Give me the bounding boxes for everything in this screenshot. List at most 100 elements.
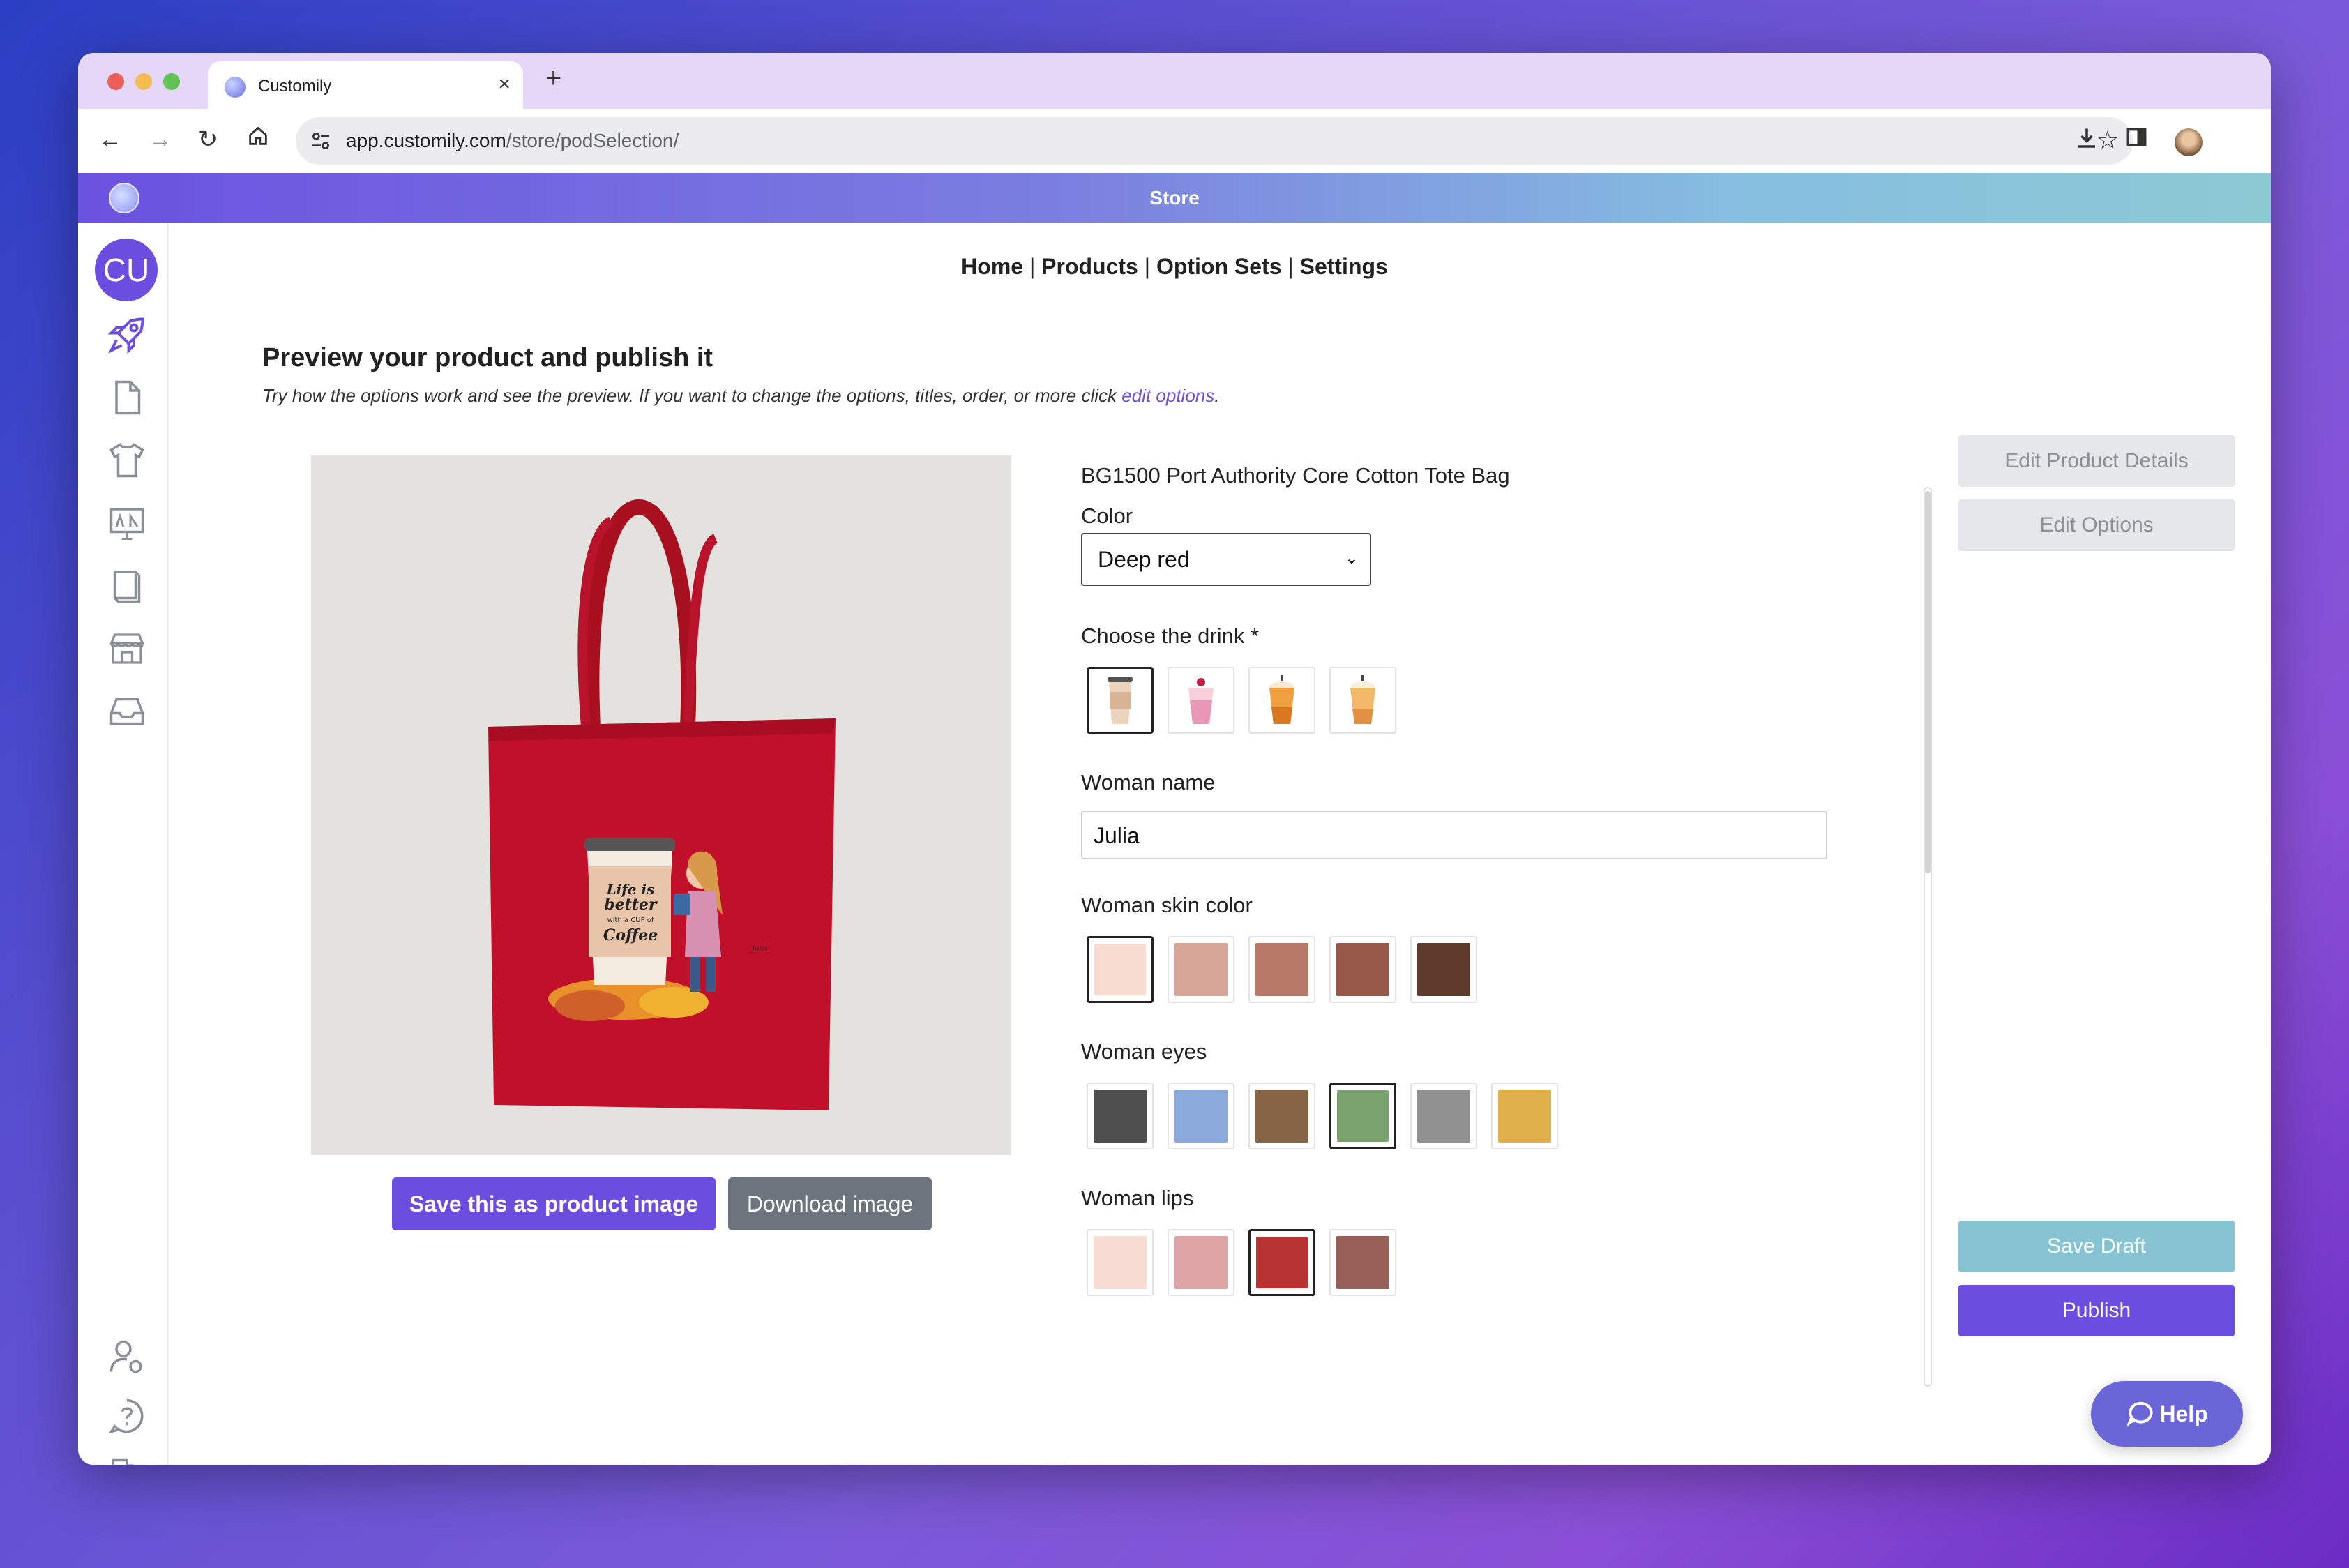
design-text-line-2: better [604, 896, 658, 914]
store-title: Store [1149, 187, 1200, 209]
design-text-line-4: Coffee [603, 926, 658, 944]
nav-home-link[interactable]: Home [961, 254, 1023, 279]
tshirt-icon[interactable] [106, 439, 148, 481]
nav-settings-link[interactable]: Settings [1300, 254, 1388, 279]
nav-separator: | [1029, 254, 1036, 279]
skin-color-swatch[interactable] [1087, 936, 1154, 1003]
tab-close-icon[interactable]: × [498, 73, 511, 96]
inbox-icon[interactable] [106, 691, 148, 732]
edit-options-button[interactable]: Edit Options [1958, 499, 2235, 551]
site-settings-icon[interactable] [310, 130, 332, 152]
woman-name-input[interactable]: Julia [1081, 811, 1827, 859]
document-icon[interactable] [106, 377, 148, 419]
drink-options [1087, 667, 1396, 734]
eye-color-swatch[interactable] [1329, 1083, 1396, 1149]
save-draft-button[interactable]: Save Draft [1958, 1221, 2235, 1272]
page-description: Try how the options work and see the pre… [262, 385, 1220, 406]
browser-window: Customily × + ← → ↻ app.customily.com/st… [78, 53, 2271, 1465]
save-as-product-image-button[interactable]: Save this as product image [392, 1177, 716, 1230]
help-button[interactable]: Help [2091, 1381, 2243, 1447]
drink-option-milkshake[interactable] [1168, 667, 1234, 734]
close-window-button[interactable] [107, 73, 124, 90]
edit-options-link[interactable]: edit options [1121, 385, 1214, 406]
back-arrow-icon[interactable]: ← [95, 124, 126, 155]
drink-option-coffee[interactable] [1087, 667, 1154, 734]
address-bar[interactable]: app.customily.com/store/podSelection/ ☆ [296, 117, 2133, 165]
skin-color-swatch[interactable] [1168, 936, 1234, 1003]
design-text-line-3: with a CUP of [607, 917, 654, 924]
eye-color-swatch[interactable] [1248, 1083, 1315, 1149]
monitor-icon[interactable] [106, 502, 148, 544]
reload-icon[interactable]: ↻ [192, 124, 223, 155]
lip-color-swatch-fill [1174, 1236, 1228, 1289]
new-tab-button[interactable]: + [545, 63, 561, 94]
product-name: BG1500 Port Authority Core Cotton Tote B… [1081, 463, 1510, 488]
logout-icon[interactable] [106, 1455, 148, 1465]
caramel-iced-drink-icon [1350, 675, 1375, 724]
lip-color-options [1087, 1229, 1396, 1296]
publish-button[interactable]: Publish [1958, 1285, 2235, 1336]
edit-product-details-button[interactable]: Edit Product Details [1958, 435, 2235, 487]
maximize-window-button[interactable] [163, 73, 180, 90]
book-icon[interactable] [106, 565, 148, 607]
download-image-button[interactable]: Download image [728, 1177, 932, 1230]
bookmark-star-icon[interactable]: ☆ [2097, 126, 2119, 155]
skin-color-swatch[interactable] [1410, 936, 1477, 1003]
skin-color-swatch-fill [1417, 943, 1470, 996]
top-navigation: Home | Products | Option Sets | Settings [78, 254, 2271, 280]
drink-label: Choose the drink * [1081, 624, 1260, 648]
nav-separator: | [1144, 254, 1151, 279]
skin-color-swatch-fill [1336, 943, 1389, 996]
coffee-cup-icon [1108, 677, 1133, 724]
nav-option-sets-link[interactable]: Option Sets [1156, 254, 1282, 279]
tab-bar: Customily × + [78, 53, 2271, 109]
rocket-icon[interactable] [106, 314, 148, 356]
tab-title: Customily [258, 77, 332, 96]
minimize-window-button[interactable] [135, 73, 152, 90]
eye-color-swatch[interactable] [1491, 1083, 1558, 1149]
nav-separator: | [1287, 254, 1294, 279]
lip-color-swatch-fill [1336, 1236, 1389, 1289]
eye-color-swatch-fill [1417, 1090, 1470, 1143]
eye-color-swatch-fill [1094, 1090, 1147, 1143]
lip-color-swatch[interactable] [1168, 1229, 1234, 1296]
lip-color-swatch[interactable] [1248, 1229, 1315, 1296]
drink-option-caramel-iced[interactable] [1329, 667, 1396, 734]
skin-color-swatch[interactable] [1248, 936, 1315, 1003]
home-icon[interactable] [243, 124, 273, 155]
url-text: app.customily.com/store/podSelection/ [346, 130, 679, 151]
browser-tab[interactable]: Customily × [208, 61, 523, 109]
nav-products-link[interactable]: Products [1041, 254, 1138, 279]
color-label: Color [1081, 504, 1133, 528]
eyes-label: Woman eyes [1081, 1039, 1207, 1064]
eye-color-swatch[interactable] [1168, 1083, 1234, 1149]
eye-color-swatch[interactable] [1410, 1083, 1477, 1149]
eye-color-swatch-fill [1498, 1090, 1551, 1143]
lip-color-swatch-fill [1256, 1237, 1308, 1288]
skin-color-swatch-fill [1094, 944, 1146, 995]
eye-color-options [1087, 1083, 1558, 1149]
name-label: Woman name [1081, 770, 1216, 794]
lips-label: Woman lips [1081, 1186, 1194, 1210]
help-circle-icon[interactable] [106, 1395, 148, 1437]
eye-color-swatch[interactable] [1087, 1083, 1154, 1149]
forward-arrow-icon[interactable]: → [145, 124, 176, 155]
lip-color-swatch[interactable] [1087, 1229, 1154, 1296]
side-panel-icon[interactable] [2124, 126, 2148, 156]
skin-color-swatch-fill [1255, 943, 1308, 996]
eye-color-swatch-fill [1174, 1090, 1228, 1143]
options-scrollbar-thumb[interactable] [1925, 491, 1931, 873]
download-icon[interactable] [2074, 126, 2099, 157]
color-select[interactable]: Deep red ⌄ [1081, 533, 1371, 586]
design-name-text: Julia [750, 946, 768, 953]
skin-color-swatch[interactable] [1329, 936, 1396, 1003]
profile-avatar[interactable] [2175, 128, 2203, 156]
browser-toolbar: ← → ↻ app.customily.com/store/podSelecti… [78, 109, 2271, 173]
drink-option-orange-iced[interactable] [1248, 667, 1315, 734]
user-settings-icon[interactable] [106, 1335, 148, 1377]
lip-color-swatch[interactable] [1329, 1229, 1396, 1296]
orange-iced-drink-icon [1269, 675, 1294, 724]
skin-color-swatch-fill [1174, 943, 1228, 996]
store-icon[interactable] [106, 628, 148, 670]
lip-color-swatch-fill [1094, 1236, 1147, 1289]
